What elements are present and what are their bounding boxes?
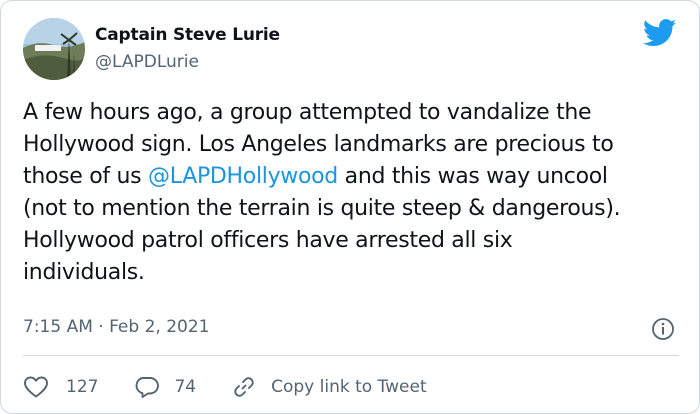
tweet-timestamp[interactable]: 7:15 AM · Feb 2, 2021 [23, 317, 209, 337]
reply-count: 74 [174, 377, 197, 397]
like-button[interactable]: 127 [23, 375, 98, 399]
author-handle[interactable]: @LAPDLurie [95, 52, 199, 72]
mention-link[interactable]: @LAPDHollywood [148, 164, 338, 189]
link-icon [232, 375, 256, 399]
tweet-card: Captain Steve Lurie @LAPDLurie A few hou… [0, 0, 700, 414]
copy-link-button[interactable]: Copy link to Tweet [232, 375, 427, 399]
info-icon[interactable] [651, 317, 675, 341]
twitter-bird-icon[interactable] [642, 19, 677, 47]
reply-button[interactable]: 74 [134, 375, 196, 399]
action-bar: 127 74 Copy link to Tweet [23, 373, 427, 401]
heart-icon [23, 375, 49, 399]
divider [23, 355, 679, 356]
author-avatar[interactable] [23, 18, 85, 80]
author-name[interactable]: Captain Steve Lurie [95, 25, 280, 45]
like-count: 127 [66, 377, 99, 397]
copy-link-label: Copy link to Tweet [271, 377, 427, 397]
speech-bubble-icon [134, 375, 160, 399]
tweet-text: A few hours ago, a group attempted to va… [23, 97, 688, 289]
